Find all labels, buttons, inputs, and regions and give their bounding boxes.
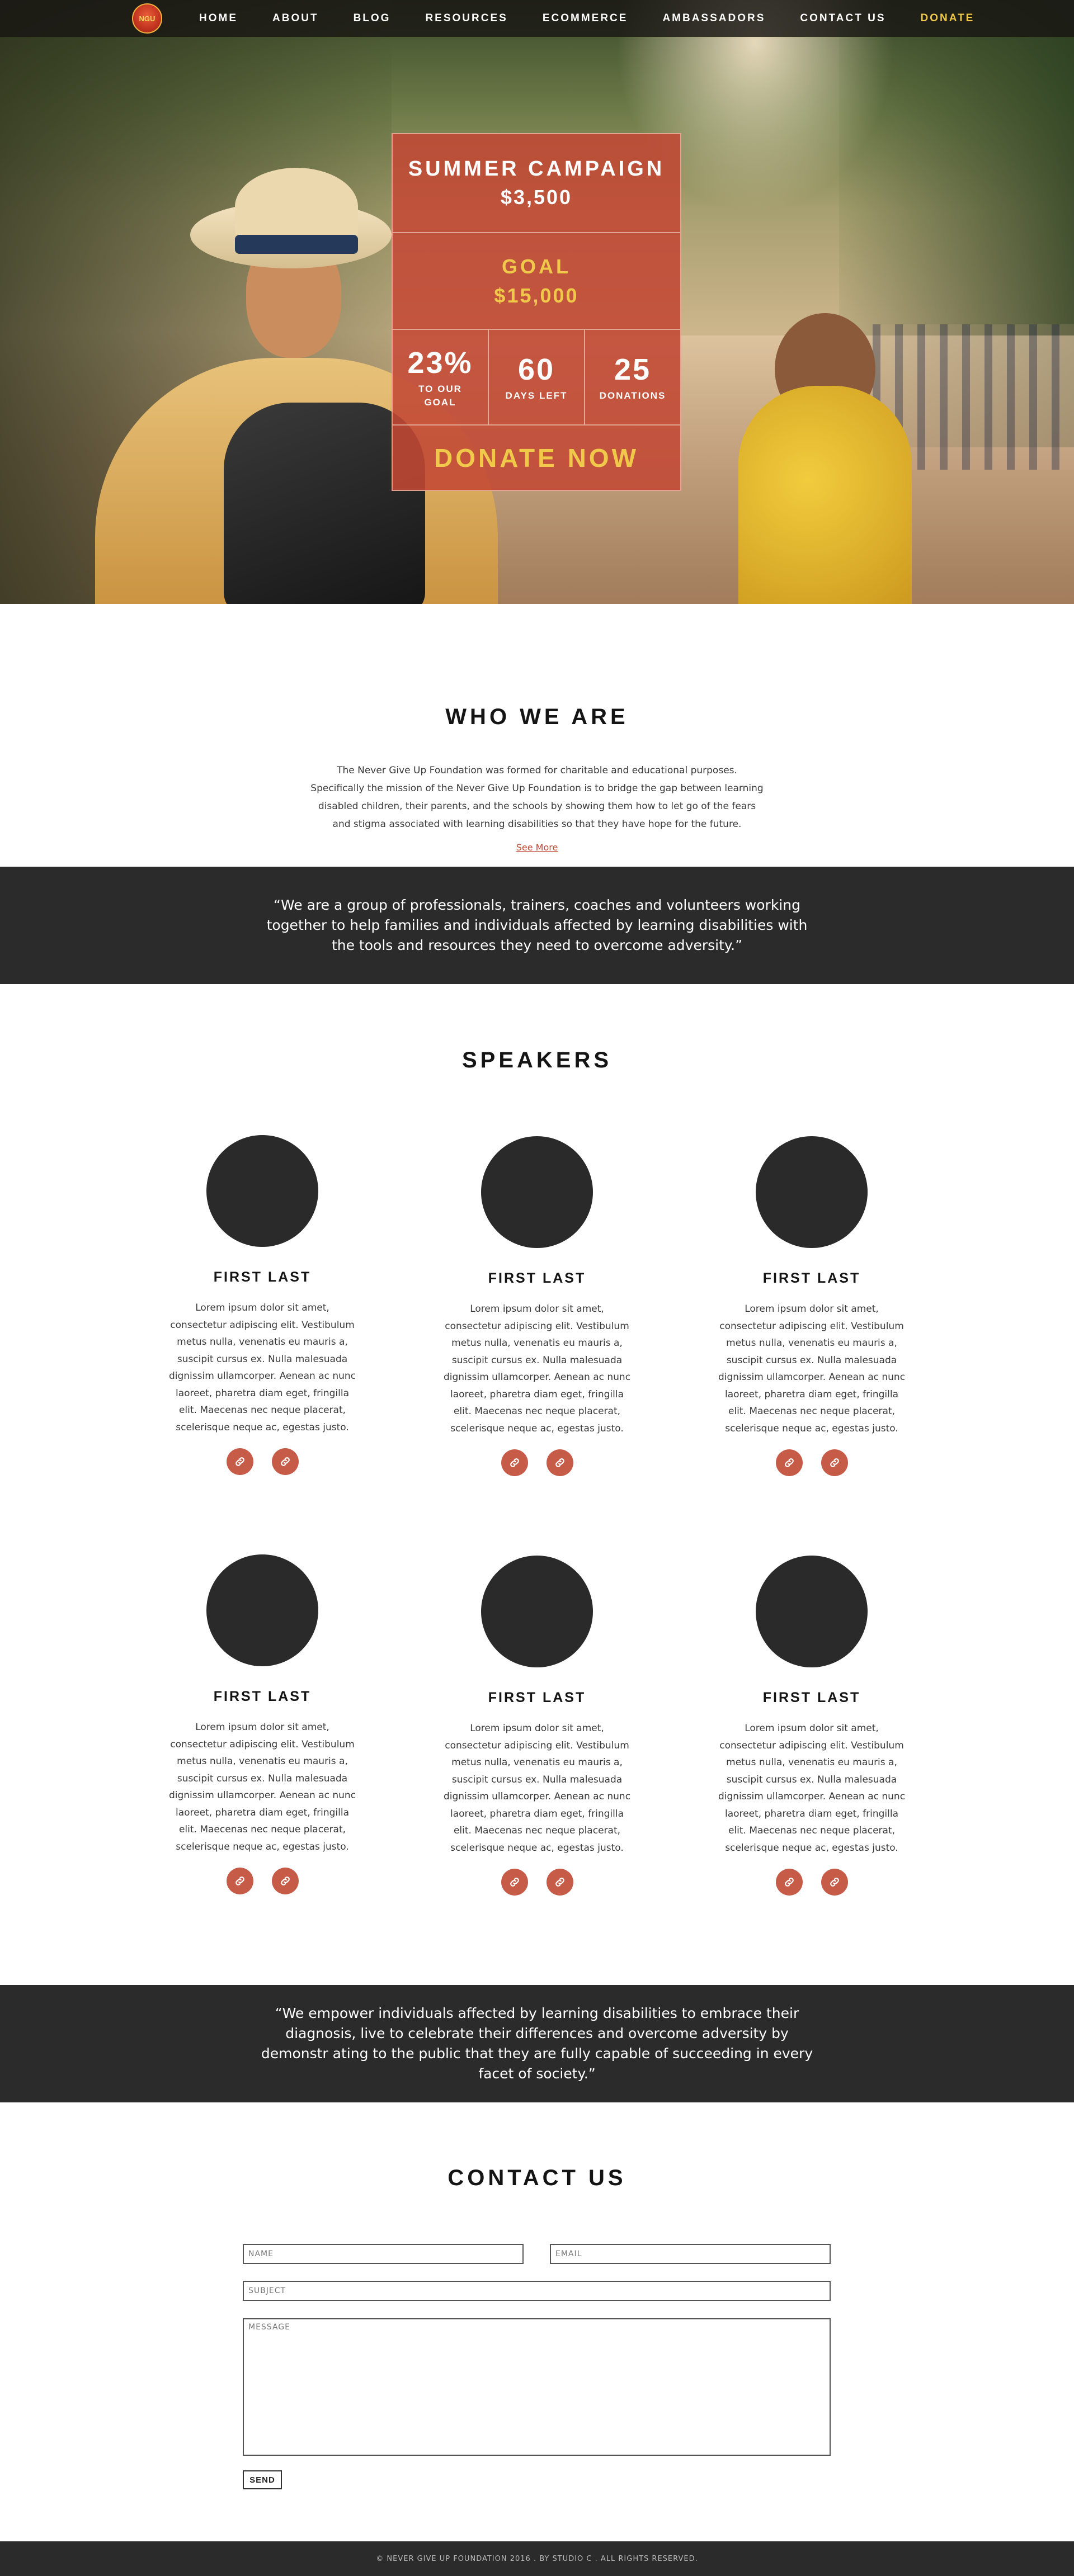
stat-goal-percent: 23% TO OUR GOAL <box>393 330 489 424</box>
campaign-title: SUMMER CAMPAIGN <box>408 157 665 181</box>
message-field[interactable] <box>243 2318 831 2456</box>
speaker-card: FIRST LAST Lorem ipsum dolor sit amet, c… <box>717 1136 907 1476</box>
who-we-are-section: WHO WE ARE The Never Give Up Foundation … <box>0 604 1074 867</box>
stat-label: TO OUR GOAL <box>418 383 462 408</box>
foundation-logo[interactable]: NGU <box>132 3 162 34</box>
stat-value: 60 <box>517 352 555 386</box>
speaker-bio: Lorem ipsum dolor sit amet, consectetur … <box>168 1722 356 1852</box>
mission-quote: “We are a group of professionals, traine… <box>266 897 808 953</box>
subject-field[interactable] <box>243 2281 831 2301</box>
avatar <box>756 1556 868 1667</box>
goal-amount: $15,000 <box>494 283 579 307</box>
speaker-links <box>717 1869 907 1896</box>
speaker-card: FIRST LAST Lorem ipsum dolor sit amet, c… <box>442 1136 632 1476</box>
speaker-name: FIRST LAST <box>488 1270 586 1286</box>
speaker-bio: Lorem ipsum dolor sit amet, consectetur … <box>718 1723 906 1854</box>
speakers-section: SPEAKERS FIRST LAST Lorem ipsum dolor si… <box>0 984 1074 1985</box>
speaker-card: FIRST LAST Lorem ipsum dolor sit amet, c… <box>717 1556 907 1896</box>
campaign-goal: GOAL $15,000 <box>393 233 680 330</box>
name-field[interactable] <box>243 2244 524 2264</box>
empower-quote: “We empower individuals affected by lear… <box>261 2005 813 2082</box>
hero-section: SUMMER CAMPAIGN $3,500 GOAL $15,000 23% … <box>0 0 1074 604</box>
link-icon[interactable] <box>271 1448 299 1475</box>
donate-row: DONATE NOW <box>393 426 680 490</box>
speaker-name: FIRST LAST <box>762 1690 861 1705</box>
link-icon[interactable] <box>546 1869 573 1896</box>
who-we-are-text: The Never Give Up Foundation was formed … <box>310 765 764 830</box>
avatar <box>481 1556 593 1667</box>
who-we-are-title: WHO WE ARE <box>445 705 629 729</box>
nav-item-resources[interactable]: RESOURCES <box>425 12 507 25</box>
speaker-card: FIRST LAST Lorem ipsum dolor sit amet, c… <box>167 1554 357 1894</box>
link-icon[interactable] <box>501 1869 528 1896</box>
nav-item-contact[interactable]: CONTACT US <box>800 12 885 25</box>
donate-now-button[interactable]: DONATE NOW <box>434 443 639 473</box>
nav-menu: HOME ABOUT BLOG RESOURCES ECOMMERCE AMBA… <box>199 0 1009 37</box>
link-icon[interactable] <box>226 1448 253 1475</box>
avatar <box>481 1136 593 1248</box>
nav-item-ecommerce[interactable]: ECOMMERCE <box>543 12 628 25</box>
campaign-box: SUMMER CAMPAIGN $3,500 GOAL $15,000 23% … <box>392 133 681 491</box>
speaker-card: FIRST LAST Lorem ipsum dolor sit amet, c… <box>442 1556 632 1896</box>
hero-woman <box>738 386 912 604</box>
link-icon[interactable] <box>775 1449 803 1476</box>
speaker-links <box>442 1449 632 1476</box>
link-icon[interactable] <box>775 1869 803 1896</box>
speaker-card: FIRST LAST Lorem ipsum dolor sit amet, c… <box>167 1135 357 1475</box>
speaker-bio: Lorem ipsum dolor sit amet, consectetur … <box>718 1303 906 1434</box>
stat-value: 23% <box>407 346 473 380</box>
stat-donations: 25 DONATIONS <box>585 330 680 424</box>
contact-section: CONTACT US SEND <box>0 2102 1074 2494</box>
nav-item-blog[interactable]: BLOG <box>354 12 391 25</box>
nav-item-home[interactable]: HOME <box>199 12 238 25</box>
logo-mark: NGU <box>139 14 156 23</box>
nav-item-donate[interactable]: DONATE <box>921 12 975 25</box>
speaker-name: FIRST LAST <box>762 1270 861 1286</box>
mission-quote-band: “We are a group of professionals, traine… <box>0 867 1074 984</box>
campaign-header: SUMMER CAMPAIGN $3,500 <box>393 134 680 233</box>
footer-copyright: © NEVER GIVE UP FOUNDATION 2016 . BY STU… <box>376 2554 698 2563</box>
speakers-title: SPEAKERS <box>461 1048 613 1072</box>
avatar <box>756 1136 868 1248</box>
speaker-links <box>717 1449 907 1476</box>
speaker-links <box>442 1869 632 1896</box>
campaign-raised: $3,500 <box>500 186 573 209</box>
top-nav: NGU HOME ABOUT BLOG RESOURCES ECOMMERCE … <box>0 0 1074 37</box>
speaker-bio: Lorem ipsum dolor sit amet, consectetur … <box>443 1303 631 1434</box>
hero-hat-band <box>235 235 358 254</box>
speaker-bio: Lorem ipsum dolor sit amet, consectetur … <box>168 1302 356 1433</box>
link-icon[interactable] <box>821 1449 848 1476</box>
goal-label: GOAL <box>502 254 571 278</box>
send-button[interactable]: SEND <box>243 2470 282 2489</box>
speaker-links <box>167 1868 357 1894</box>
link-icon[interactable] <box>546 1449 573 1476</box>
email-field[interactable] <box>550 2244 831 2264</box>
empower-quote-band: “We empower individuals affected by lear… <box>0 1985 1074 2102</box>
link-icon[interactable] <box>226 1868 253 1894</box>
stat-label: DAYS LEFT <box>505 390 568 401</box>
speaker-bio: Lorem ipsum dolor sit amet, consectetur … <box>443 1723 631 1854</box>
stat-value: 25 <box>614 352 652 386</box>
hero-hat-crown <box>235 168 358 246</box>
link-icon[interactable] <box>501 1449 528 1476</box>
speaker-links <box>167 1448 357 1475</box>
footer: © NEVER GIVE UP FOUNDATION 2016 . BY STU… <box>0 2541 1074 2576</box>
speaker-name: FIRST LAST <box>488 1690 586 1705</box>
see-more-link[interactable]: See More <box>0 842 1074 853</box>
avatar <box>206 1554 318 1666</box>
contact-title: CONTACT US <box>447 2166 626 2190</box>
speaker-name: FIRST LAST <box>213 1269 312 1285</box>
link-icon[interactable] <box>271 1868 299 1894</box>
speaker-name: FIRST LAST <box>213 1689 312 1704</box>
stat-days-left: 60 DAYS LEFT <box>489 330 585 424</box>
campaign-stats: 23% TO OUR GOAL 60 DAYS LEFT 25 DONATION… <box>393 330 680 426</box>
link-icon[interactable] <box>821 1869 848 1896</box>
nav-item-about[interactable]: ABOUT <box>272 12 319 25</box>
stat-label: DONATIONS <box>599 390 666 401</box>
nav-item-ambassadors[interactable]: AMBASSADORS <box>662 12 765 25</box>
avatar <box>206 1135 318 1247</box>
